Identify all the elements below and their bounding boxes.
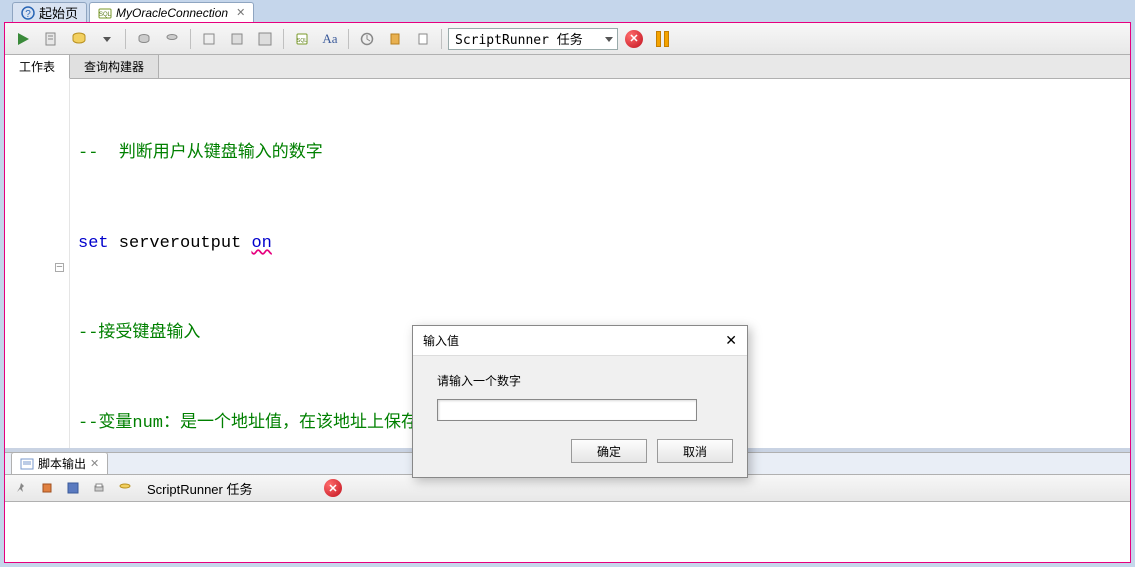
tab-start-page[interactable]: ? 起始页 (12, 2, 87, 22)
output-toolbar: ScriptRunner 任务 ✕ (5, 474, 1130, 502)
sql-recall-button[interactable]: SQL (290, 27, 314, 51)
code-text: -- (78, 144, 119, 163)
task-label: ScriptRunner 任务 (147, 482, 252, 497)
svg-text:?: ? (25, 9, 31, 20)
gutter: − (5, 79, 70, 448)
dialog-body: 请输入一个数字 (413, 356, 747, 429)
rollback-button[interactable] (160, 27, 184, 51)
pin-button[interactable] (11, 478, 31, 498)
pause-button[interactable] (650, 27, 674, 51)
report-button[interactable] (411, 27, 435, 51)
clear-output-button[interactable] (37, 478, 57, 498)
fold-minus-icon[interactable]: − (55, 263, 64, 272)
format-button[interactable]: Aa (318, 27, 342, 51)
code-text: serveroutput (109, 229, 252, 259)
task-label: ScriptRunner 任务 (455, 29, 583, 48)
tab-query-builder[interactable]: 查询构建器 (70, 55, 159, 78)
output-tab-label: 脚本输出 (38, 455, 86, 472)
sql-icon: SQL (98, 6, 112, 20)
dialog-titlebar[interactable]: 输入值 ✕ (413, 326, 747, 356)
tab-worksheet[interactable]: 工作表 (5, 55, 70, 79)
dropdown-button[interactable] (95, 27, 119, 51)
bookmark-button[interactable] (383, 27, 407, 51)
clear-button[interactable] (225, 27, 249, 51)
cancel-task-button[interactable]: ✕ (622, 27, 646, 51)
dbms-button[interactable] (115, 478, 135, 498)
main-area: SQL Aa ScriptRunner 任务 ✕ 工作表 查询构建器 (4, 22, 1131, 563)
output-task-select[interactable]: ScriptRunner 任务 (147, 479, 317, 498)
close-icon[interactable]: ✕ (90, 457, 99, 470)
close-icon[interactable]: ✕ (725, 332, 737, 349)
code-text: --接受键盘输入 (78, 319, 200, 349)
svg-text:SQL: SQL (99, 12, 112, 18)
tab-script-output[interactable]: 脚本输出 ✕ (11, 452, 108, 474)
cancel-icon: ✕ (625, 30, 643, 48)
help-icon: ? (21, 6, 35, 20)
cancel-output-task-button[interactable]: ✕ (323, 478, 343, 498)
task-select[interactable]: ScriptRunner 任务 (448, 28, 618, 50)
sub-tabs: 工作表 查询构建器 (5, 55, 1130, 79)
script-icon (20, 458, 34, 470)
tab-connection[interactable]: SQL MyOracleConnection ✕ (89, 2, 254, 22)
ok-button[interactable]: 确定 (571, 439, 647, 463)
dialog-buttons: 确定 取消 (413, 429, 747, 477)
document-tabs: ? 起始页 SQL MyOracleConnection ✕ (0, 0, 1135, 22)
save-output-button[interactable] (63, 478, 83, 498)
run-script-button[interactable] (39, 27, 63, 51)
svg-text:SQL: SQL (297, 38, 307, 44)
commit-button[interactable] (132, 27, 156, 51)
close-icon[interactable]: ✕ (236, 6, 245, 19)
code-text: set (78, 229, 109, 259)
code-text: on (251, 229, 271, 259)
dialog-input[interactable] (437, 399, 697, 421)
dialog-title-text: 输入值 (423, 332, 459, 349)
history-button[interactable] (355, 27, 379, 51)
main-toolbar: SQL Aa ScriptRunner 任务 ✕ (5, 23, 1130, 55)
dialog-prompt: 请输入一个数字 (437, 372, 723, 389)
cancel-icon: ✕ (324, 479, 342, 497)
pause-icon (656, 31, 669, 47)
save-button[interactable] (253, 27, 277, 51)
run-button[interactable] (11, 27, 35, 51)
explain-plan-button[interactable] (67, 27, 91, 51)
output-body[interactable] (5, 502, 1130, 562)
input-dialog: 输入值 ✕ 请输入一个数字 确定 取消 (412, 325, 748, 478)
cancel-button[interactable]: 取消 (657, 439, 733, 463)
code-text: 判断用户从键盘输入的数字 (119, 144, 323, 163)
unshared-button[interactable] (197, 27, 221, 51)
print-button[interactable] (89, 478, 109, 498)
tab-label: MyOracleConnection (116, 6, 228, 20)
tab-label: 起始页 (39, 3, 78, 22)
